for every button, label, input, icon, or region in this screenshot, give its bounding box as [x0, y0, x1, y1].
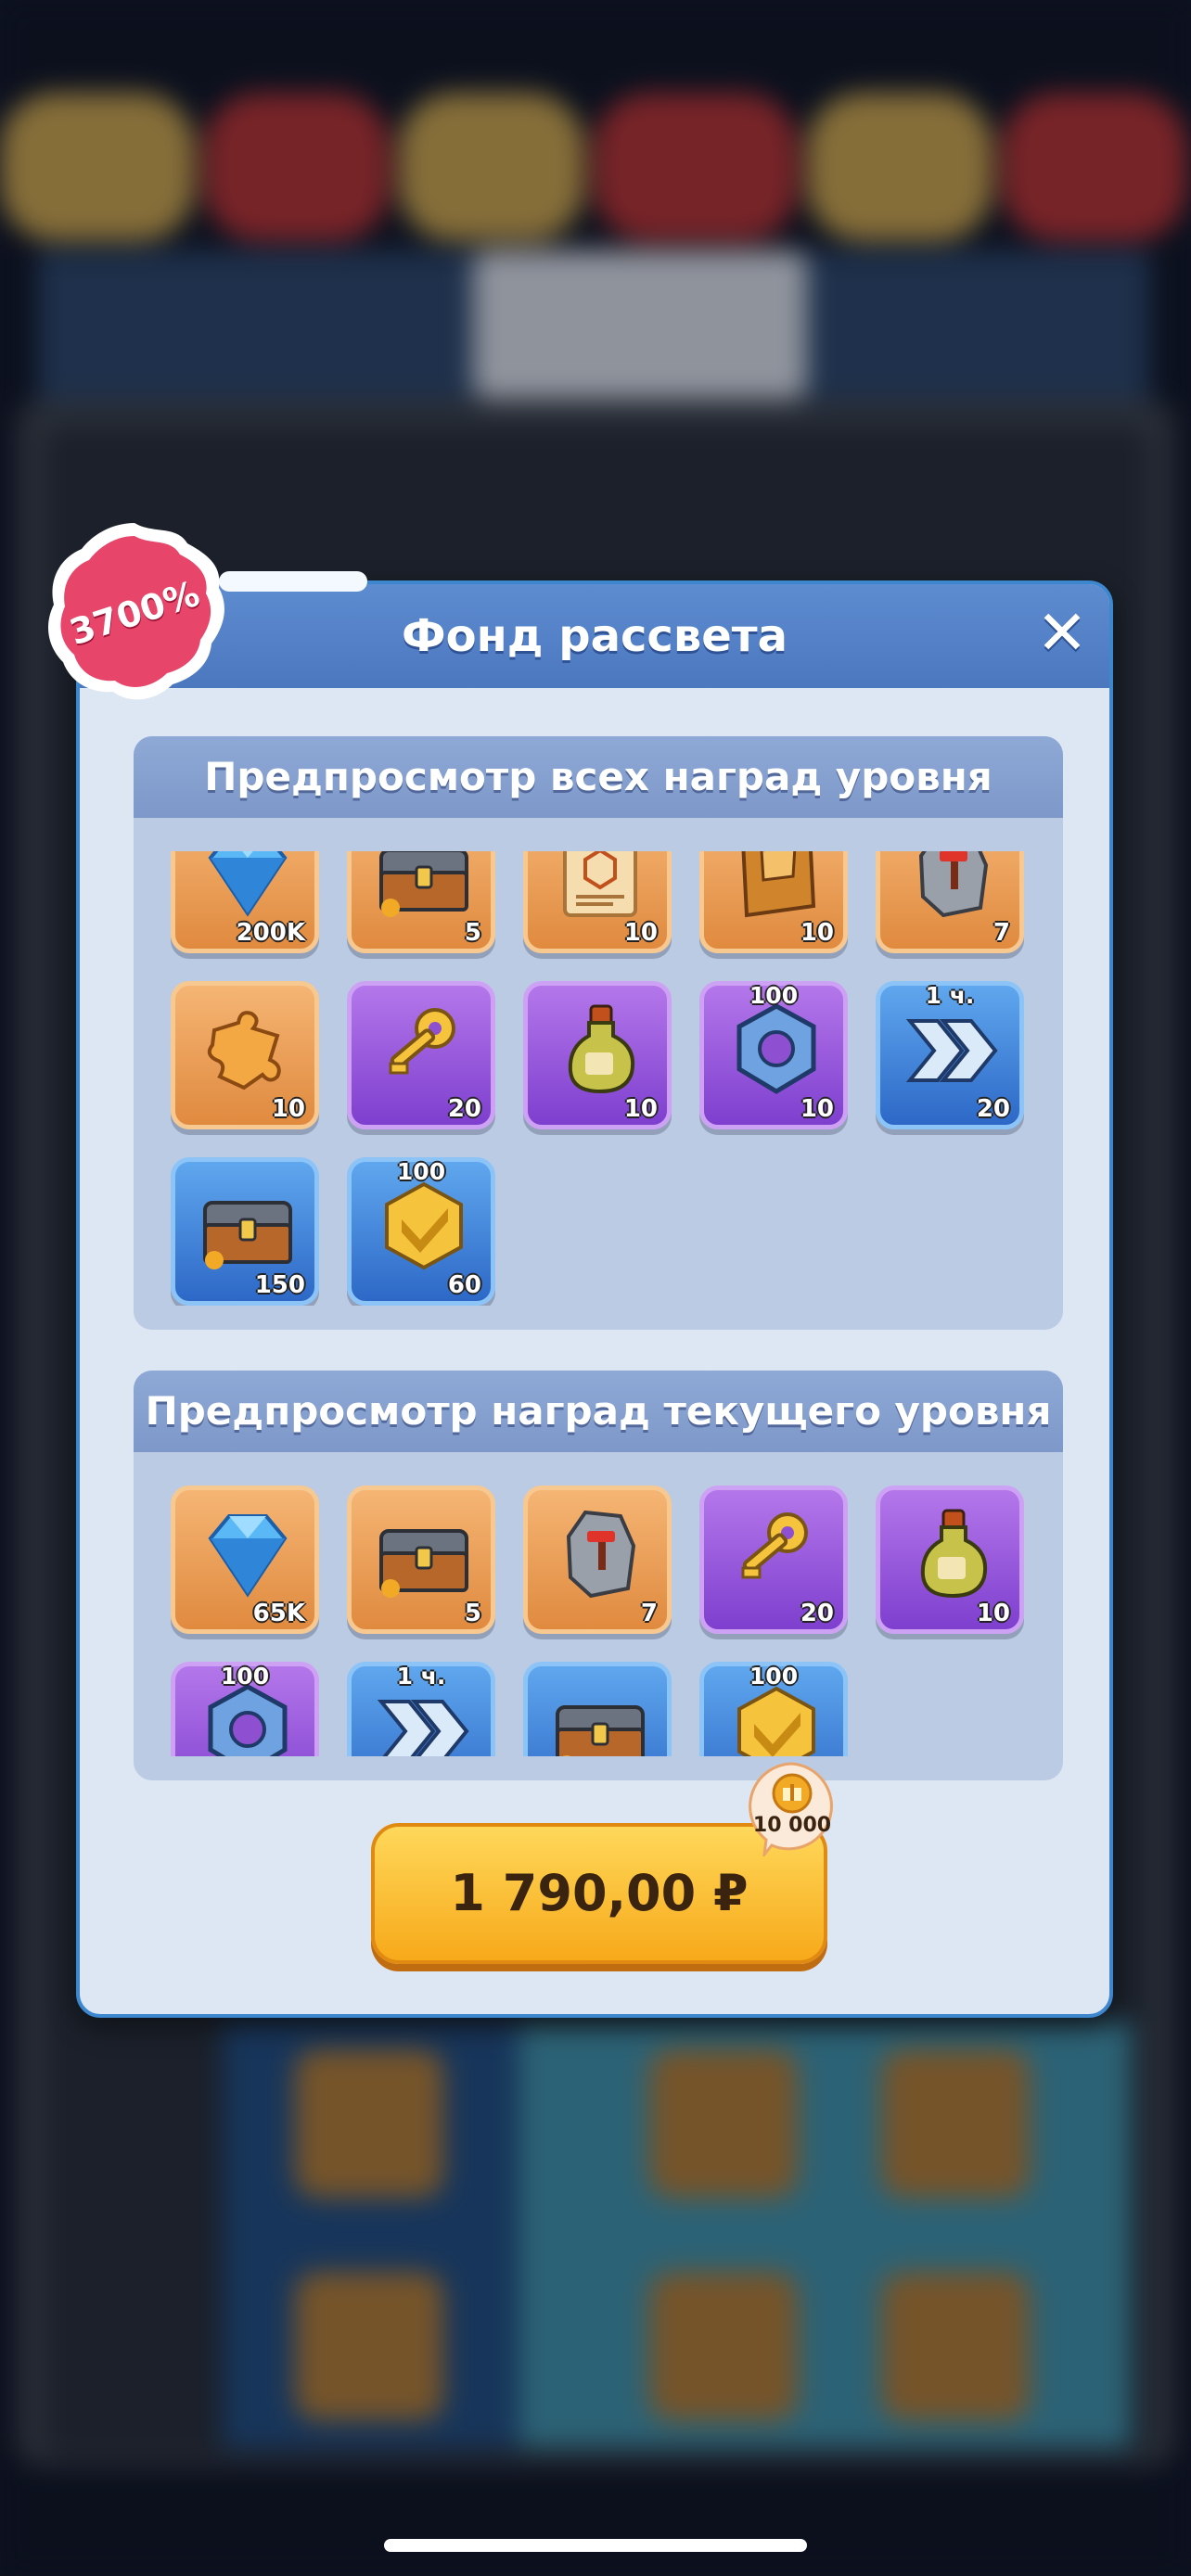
speedup-icon: [377, 1700, 469, 1756]
reward-count-label: 10: [271, 1095, 305, 1123]
all-reward-item[interactable]: 10: [523, 981, 672, 1129]
potion-icon: [568, 1004, 634, 1094]
all-reward-item[interactable]: 200K: [171, 851, 319, 953]
chest-icon: [203, 1201, 292, 1269]
reward-count-label: 5: [464, 919, 481, 947]
book-icon: [741, 851, 816, 918]
reward-count-label: 150: [254, 1271, 305, 1299]
reward-tag-label: 1 ч.: [396, 1663, 446, 1690]
reward-count-label: 20: [800, 1600, 834, 1627]
reward-count-label: 10: [623, 919, 658, 947]
bonus-points-badge: 10 000: [744, 1760, 840, 1860]
reward-count-label: 10: [623, 1095, 658, 1123]
nut-icon: [208, 1684, 288, 1756]
current-reward-item[interactable]: 10: [876, 1486, 1024, 1634]
key-icon: [389, 1008, 455, 1075]
all-reward-item[interactable]: 150: [171, 1157, 319, 1306]
reward-count-label: 7: [640, 1600, 658, 1627]
all-reward-item[interactable]: 10: [171, 981, 319, 1129]
current-rewards-section: Предпросмотр наград текущего уровня 65K 5…: [134, 1371, 1063, 1780]
all-rewards-section: Предпросмотр всех наград уровня 200K 5 10 1…: [134, 736, 1063, 1330]
reward-count-label: 65K: [252, 1600, 305, 1627]
speedup-icon: [905, 1019, 998, 1082]
all-reward-item[interactable]: 20: [347, 981, 495, 1129]
current-reward-item[interactable]: [523, 1662, 672, 1756]
current-reward-item[interactable]: 1 ч.: [347, 1662, 495, 1756]
chest-icon: [556, 1705, 645, 1756]
all-reward-item[interactable]: 1 ч. 20: [876, 981, 1024, 1129]
reward-count-label: 10: [800, 919, 834, 947]
dawn-fund-dialog: Фонд рассвета ✕ Предпросмотр всех наград…: [76, 571, 1113, 2018]
reward-count-label: 7: [992, 919, 1010, 947]
current-reward-item[interactable]: 65K: [171, 1486, 319, 1634]
current-reward-item[interactable]: 100: [699, 1662, 848, 1756]
current-reward-item[interactable]: 5: [347, 1486, 495, 1634]
chest-icon: [379, 851, 468, 917]
stone-icon: [918, 851, 989, 918]
reward-count-label: 10: [800, 1095, 834, 1123]
reward-count-label: 200K: [236, 919, 305, 947]
reward-tag-label: 100: [749, 982, 799, 1009]
puzzle-icon: [207, 1011, 281, 1090]
key-icon: [741, 1512, 808, 1579]
stone-icon: [566, 1510, 636, 1599]
bonus-points-label: 10 000: [752, 1814, 832, 1837]
reward-count-label: 20: [447, 1095, 481, 1123]
reward-tag-label: 1 ч.: [925, 982, 975, 1009]
reward-count-label: 60: [447, 1271, 481, 1299]
current-reward-item[interactable]: 100: [171, 1662, 319, 1756]
all-reward-item[interactable]: 7: [876, 851, 1024, 953]
close-button[interactable]: ✕: [1030, 601, 1095, 666]
all-reward-item[interactable]: 100 60: [347, 1157, 495, 1306]
reward-tag-label: 100: [749, 1663, 799, 1690]
all-rewards-grid[interactable]: 200K 5 10 10 7 10 20 10 100 10 1 ч. 20 150 100 60: [171, 851, 1043, 1306]
all-reward-item[interactable]: 10: [699, 851, 848, 953]
scroll-icon: [563, 851, 637, 917]
reward-count-label: 5: [464, 1600, 481, 1627]
all-rewards-title: Предпросмотр всех наград уровня: [204, 754, 992, 799]
discount-badge: 3700%: [37, 516, 232, 710]
gold-gem-icon: [737, 1686, 815, 1756]
reward-tag-label: 100: [396, 1158, 446, 1185]
nut-icon: [736, 1003, 816, 1094]
diamond-icon: [208, 1514, 288, 1598]
close-icon: ✕: [1036, 597, 1088, 669]
current-rewards-grid[interactable]: 65K 5 7 20 10 100 1 ч. 100: [171, 1486, 1043, 1756]
current-rewards-title: Предпросмотр наград текущего уровня: [145, 1388, 1052, 1434]
gold-gem-icon: [385, 1181, 463, 1270]
current-reward-item[interactable]: 7: [523, 1486, 672, 1634]
reward-count-label: 20: [976, 1095, 1010, 1123]
reward-count-label: 10: [976, 1600, 1010, 1627]
chest-icon: [379, 1529, 468, 1598]
potion-icon: [920, 1509, 987, 1599]
home-indicator[interactable]: [384, 2539, 807, 2552]
all-reward-item[interactable]: 5: [347, 851, 495, 953]
diamond-icon: [208, 851, 288, 917]
all-reward-item[interactable]: 10: [523, 851, 672, 953]
all-reward-item[interactable]: 100 10: [699, 981, 848, 1129]
current-reward-item[interactable]: 20: [699, 1486, 848, 1634]
reward-tag-label: 100: [220, 1663, 270, 1690]
